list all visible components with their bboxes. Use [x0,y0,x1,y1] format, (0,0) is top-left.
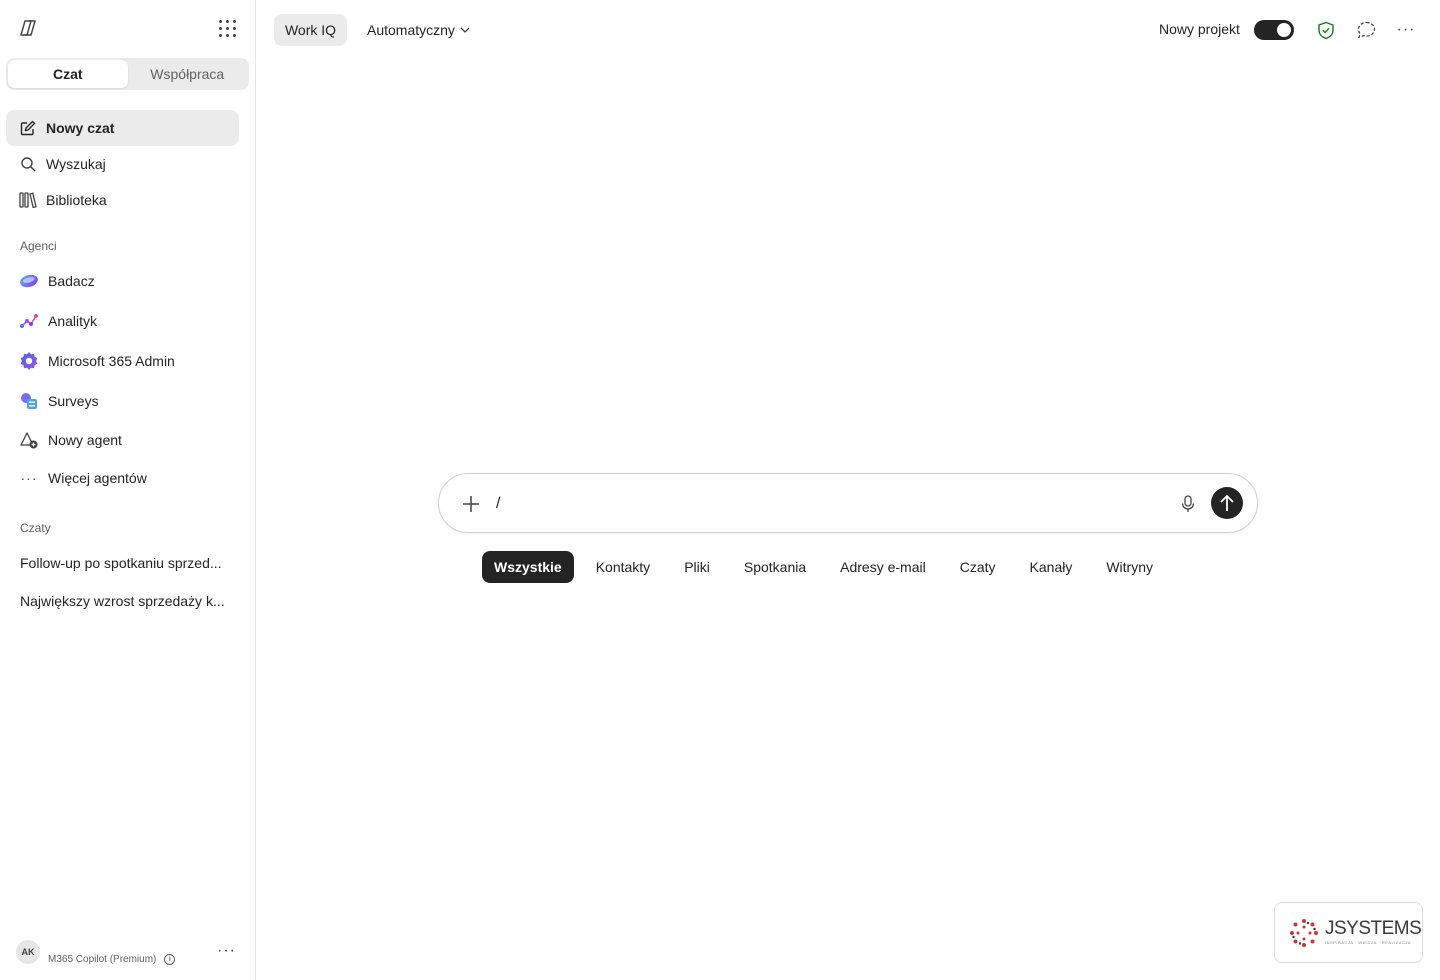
filter-kontakty[interactable]: Kontakty [584,551,662,583]
search-icon [19,155,37,173]
agent-surveys[interactable]: Surveys [6,383,239,419]
plus-icon[interactable] [461,494,481,514]
info-icon[interactable]: i [164,953,176,965]
analyst-icon [19,311,39,331]
mode-segmented-control: Czat Współpraca [6,58,249,90]
more-agents-button[interactable]: ··· Więcej agentów [6,460,239,496]
agent-label: Nowy agent [48,432,122,448]
agent-m365-admin[interactable]: Microsoft 365 Admin [6,343,239,379]
new-chat-button[interactable]: Nowy czat [6,110,239,146]
library-label: Biblioteka [46,192,107,208]
more-icon: ··· [20,470,38,486]
tab-wspolpraca[interactable]: Współpraca [128,60,248,88]
brand-mark-icon [1290,918,1318,947]
new-agent-button[interactable]: Nowy agent [6,422,239,458]
mode-dropdown[interactable]: Automatyczny [367,14,470,46]
agent-analityk[interactable]: Analityk [6,303,239,339]
copilot-icon[interactable] [16,16,40,40]
avatar[interactable]: AK [16,940,40,964]
filter-wszystkie[interactable]: Wszystkie [482,551,574,583]
chat-history-item[interactable]: Największy wzrost sprzedaży k... [20,593,225,609]
filter-witryny[interactable]: Witryny [1094,551,1165,583]
brand-name: JSYSTEMS [1325,918,1422,939]
context-filter-bar: Wszystkie Kontakty Pliki Spotkania Adres… [482,551,1175,583]
search-button[interactable]: Wyszukaj [6,146,239,182]
agent-label: Analityk [48,313,98,329]
new-project-toggle[interactable] [1254,20,1294,40]
account-footer: AK M365 Copilot (Premium) i ··· [16,938,242,966]
library-button[interactable]: Biblioteka [6,182,239,218]
admin-gear-icon [19,351,39,371]
more-icon[interactable]: ··· [217,942,236,960]
chat-bubble-icon[interactable] [1355,19,1377,41]
shield-check-icon[interactable] [1315,19,1337,41]
mode-label: Automatyczny [367,22,455,38]
filter-adresy-email[interactable]: Adresy e-mail [828,551,938,583]
work-iq-button[interactable]: Work IQ [274,14,347,46]
new-project-label: Nowy projekt [1159,21,1240,37]
arrow-up-icon [1220,494,1234,511]
researcher-icon [19,271,39,291]
agent-label: Microsoft 365 Admin [48,353,175,369]
agent-label: Surveys [48,393,99,409]
search-label: Wyszukaj [46,156,106,172]
new-chat-label: Nowy czat [46,120,115,136]
surveys-icon [19,391,39,411]
agent-label: Badacz [48,273,95,289]
filter-kanaly[interactable]: Kanały [1018,551,1085,583]
chevron-down-icon [460,27,470,33]
chats-section-label: Czaty [20,521,51,535]
library-icon [19,191,37,209]
filter-spotkania[interactable]: Spotkania [732,551,818,583]
sidebar: Czat Współpraca Nowy czat Wyszukaj Bibli… [0,0,256,980]
send-button[interactable] [1211,487,1243,519]
jsystems-logo: JSYSTEMS INSPIRACJA · WIEDZA · REALIZACJ… [1274,902,1423,963]
filter-czaty[interactable]: Czaty [948,551,1008,583]
more-icon[interactable]: ··· [1395,19,1417,41]
compose-icon [19,119,37,137]
agent-badacz[interactable]: Badacz [6,263,239,299]
microphone-icon[interactable] [1178,493,1198,515]
tab-czat[interactable]: Czat [8,60,128,88]
agent-label: Więcej agentów [48,470,147,486]
new-agent-icon [19,430,39,450]
chat-history-item[interactable]: Follow-up po spotkaniu sprzed... [20,555,225,571]
chat-composer [438,473,1258,533]
plan-label: M365 Copilot (Premium) [48,953,157,965]
agents-section-label: Agenci [20,239,57,253]
app-launcher-icon[interactable] [216,17,238,39]
brand-tagline: INSPIRACJA · WIEDZA · REALIZACJA [1325,940,1412,945]
filter-pliki[interactable]: Pliki [672,551,722,583]
chat-input[interactable] [496,492,1156,516]
